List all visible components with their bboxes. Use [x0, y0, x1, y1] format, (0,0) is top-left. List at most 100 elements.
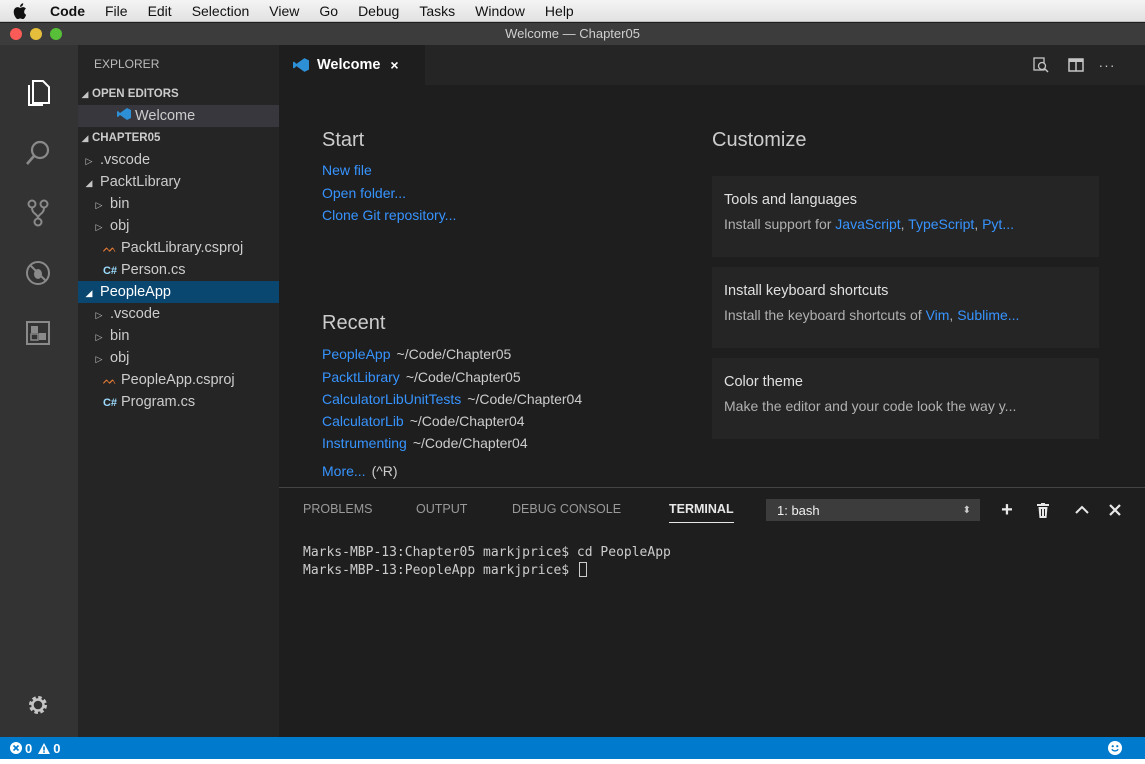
csharp-icon: C#: [102, 397, 118, 409]
menu-debug[interactable]: Debug: [348, 3, 409, 19]
tools-languages-card[interactable]: Tools and languages Install support for …: [712, 176, 1099, 257]
zoom-window-button[interactable]: [50, 28, 62, 40]
menu-app-name[interactable]: Code: [40, 3, 95, 19]
select-arrows-icon: ⬍: [962, 505, 971, 516]
recent-item-name[interactable]: Instrumenting: [322, 435, 407, 451]
minimize-window-button[interactable]: [30, 28, 42, 40]
color-theme-card[interactable]: Color theme Make the editor and your cod…: [712, 358, 1099, 439]
terminal-line[interactable]: Marks-MBP-13:Chapter05 markjprice$ cd Pe…: [303, 545, 671, 560]
tree-item-bin[interactable]: ▷ bin: [78, 193, 279, 215]
vscode-icon: [116, 105, 132, 127]
vscode-icon: [293, 58, 309, 72]
python-link[interactable]: Pyt...: [982, 216, 1014, 232]
menu-tasks[interactable]: Tasks: [409, 3, 465, 19]
apple-icon[interactable]: [0, 2, 40, 19]
csharp-icon: C#: [102, 265, 118, 277]
maximize-panel-icon[interactable]: [1072, 500, 1092, 520]
tree-item-label: obj: [110, 218, 130, 234]
macos-menubar: Code File Edit Selection View Go Debug T…: [0, 0, 1145, 22]
terminal-select[interactable]: 1: bash ⬍: [766, 499, 980, 521]
tab-problems[interactable]: PROBLEMS: [303, 502, 372, 516]
tree-item-obj[interactable]: ▷ obj: [78, 215, 279, 237]
open-changes-icon[interactable]: [1031, 55, 1051, 75]
recent-item-name[interactable]: CalculatorLib: [322, 413, 404, 429]
source-control-icon[interactable]: [18, 193, 58, 233]
card-description: Install the keyboard shortcuts of Vim, S…: [724, 307, 1020, 323]
tree-item-label: Program.cs: [121, 394, 196, 410]
tree-item-bin[interactable]: ▷ bin: [78, 325, 279, 347]
tree-item-obj[interactable]: ▷ obj: [78, 347, 279, 369]
javascript-link[interactable]: JavaScript: [835, 216, 900, 232]
feedback-smiley-icon[interactable]: [1108, 741, 1122, 755]
recent-item[interactable]: CalculatorLib ~/Code/Chapter04: [322, 413, 525, 429]
close-panel-icon[interactable]: [1105, 500, 1125, 520]
tree-item-peopleapp[interactable]: ◢ PeopleApp: [78, 281, 279, 303]
tree-item-vscode[interactable]: ▷ .vscode: [78, 303, 279, 325]
explorer-icon[interactable]: [18, 73, 58, 113]
open-editor-welcome[interactable]: Welcome: [78, 105, 279, 127]
menu-edit[interactable]: Edit: [138, 3, 182, 19]
error-icon: [10, 742, 22, 754]
recent-item[interactable]: Instrumenting ~/Code/Chapter04: [322, 435, 528, 451]
more-label[interactable]: More...: [322, 463, 366, 479]
close-icon[interactable]: ×: [390, 57, 398, 73]
tab-terminal[interactable]: TERMINAL: [669, 502, 734, 523]
menu-selection[interactable]: Selection: [182, 3, 260, 19]
rss-icon: ᨓ: [102, 241, 118, 255]
rss-icon: ᨓ: [102, 373, 118, 387]
open-editors-header[interactable]: ◢ OPEN EDITORS: [78, 83, 279, 105]
open-editors-label: OPEN EDITORS: [92, 88, 179, 100]
typescript-link[interactable]: TypeScript: [908, 216, 974, 232]
tab-output[interactable]: OUTPUT: [416, 502, 467, 516]
recent-item-name[interactable]: PeopleApp: [322, 346, 391, 362]
trash-icon[interactable]: [1033, 500, 1053, 520]
problems-status[interactable]: 0 0: [10, 741, 60, 756]
recent-heading: Recent: [322, 312, 386, 334]
settings-gear-icon[interactable]: [18, 685, 58, 725]
menu-help[interactable]: Help: [535, 3, 584, 19]
keyboard-shortcuts-card[interactable]: Install keyboard shortcuts Install the k…: [712, 267, 1099, 348]
add-terminal-icon[interactable]: +: [997, 499, 1017, 521]
tab-debug-console[interactable]: DEBUG CONSOLE: [512, 502, 621, 516]
vim-link[interactable]: Vim: [926, 307, 950, 323]
chevron-right-icon: ▷: [95, 222, 103, 232]
menu-window[interactable]: Window: [465, 3, 535, 19]
tree-item-label: PacktLibrary.csproj: [121, 240, 244, 256]
tree-item-label: .vscode: [100, 152, 151, 168]
more-actions-icon[interactable]: ···: [1097, 55, 1117, 75]
tree-item-label: bin: [110, 328, 130, 344]
card-title: Color theme: [724, 374, 803, 390]
more-recent-link[interactable]: More... (^R): [322, 463, 398, 479]
recent-item-path: ~/Code/Chapter04: [409, 413, 525, 429]
tree-item-person-cs[interactable]: C# Person.cs: [78, 259, 279, 281]
close-window-button[interactable]: [10, 28, 22, 40]
recent-item-name[interactable]: CalculatorLibUnitTests: [322, 391, 461, 407]
clone-git-link[interactable]: Clone Git repository...: [322, 207, 456, 223]
tree-item-packtlibrary[interactable]: ◢ PacktLibrary: [78, 171, 279, 193]
card-desc-text: Install support for: [724, 216, 836, 232]
extensions-icon[interactable]: [18, 313, 58, 353]
card-desc-text: Install the keyboard shortcuts of: [724, 307, 926, 323]
split-editor-icon[interactable]: [1066, 55, 1086, 75]
folder-header-chapter05[interactable]: ◢ CHAPTER05: [78, 127, 279, 149]
tree-item-program-cs[interactable]: C# Program.cs: [78, 391, 279, 413]
recent-item[interactable]: PacktLibrary ~/Code/Chapter05: [322, 369, 521, 385]
tree-item-peopleapp-csproj[interactable]: ᨓ PeopleApp.csproj: [78, 369, 279, 391]
menu-file[interactable]: File: [95, 3, 138, 19]
debug-icon[interactable]: [18, 253, 58, 293]
tree-item-vscode[interactable]: ▷ .vscode: [78, 149, 279, 171]
chevron-down-icon: ◢: [85, 178, 93, 188]
recent-item-name[interactable]: PacktLibrary: [322, 369, 400, 385]
tree-item-packtlibrary-csproj[interactable]: ᨓ PacktLibrary.csproj: [78, 237, 279, 259]
terminal-line[interactable]: Marks-MBP-13:PeopleApp markjprice$: [303, 562, 587, 578]
open-folder-link[interactable]: Open folder...: [322, 185, 406, 201]
search-icon[interactable]: [18, 133, 58, 173]
new-file-link[interactable]: New file: [322, 162, 372, 178]
recent-item[interactable]: CalculatorLibUnitTests ~/Code/Chapter04: [322, 391, 582, 407]
welcome-page: Start New file Open folder... Clone Git …: [279, 85, 1145, 487]
sublime-link[interactable]: Sublime...: [957, 307, 1019, 323]
menu-view[interactable]: View: [259, 3, 309, 19]
menu-go[interactable]: Go: [309, 3, 348, 19]
recent-item[interactable]: PeopleApp ~/Code/Chapter05: [322, 346, 511, 362]
tab-welcome[interactable]: Welcome ×: [279, 45, 425, 85]
